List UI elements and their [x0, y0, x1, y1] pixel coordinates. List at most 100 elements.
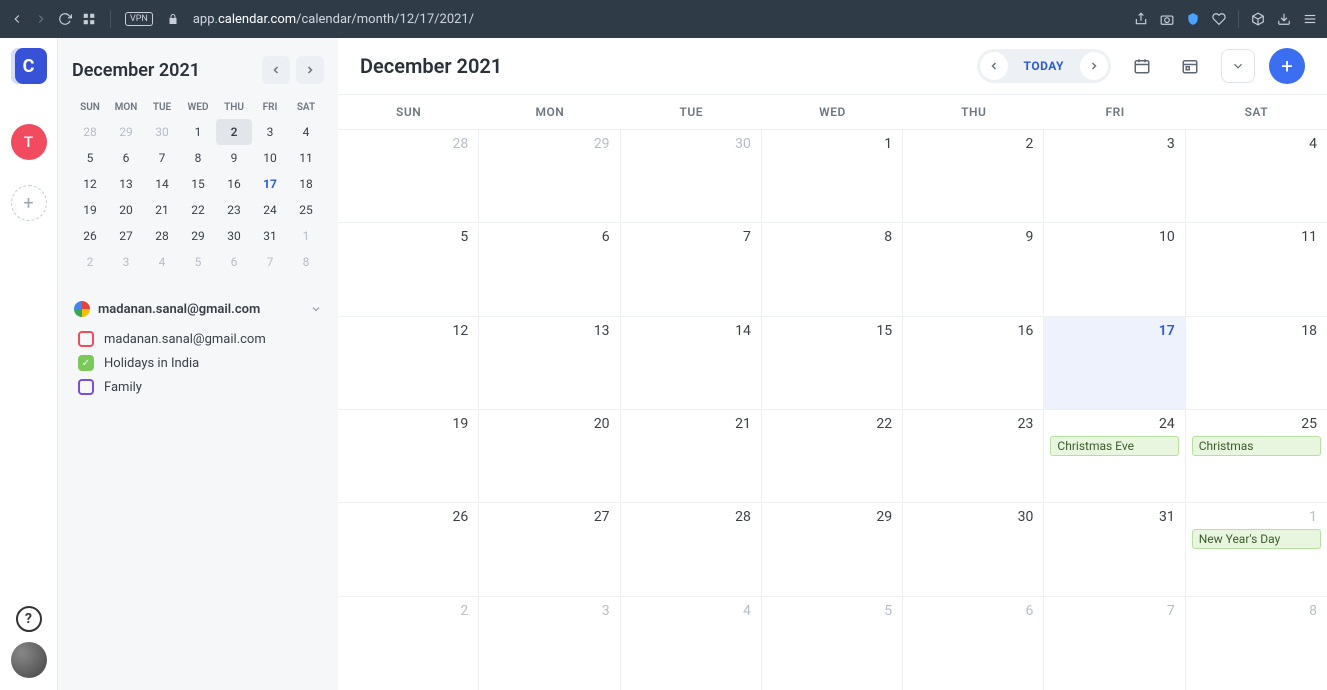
mini-cal-day[interactable]: 23 [216, 197, 252, 223]
calendar-cell[interactable]: 23 [903, 410, 1044, 502]
calendar-cell[interactable]: 6 [479, 223, 620, 315]
calendar-range-icon[interactable] [1173, 49, 1207, 83]
calendar-event[interactable]: Christmas [1192, 436, 1321, 456]
calendar-cell[interactable]: 1New Year's Day [1186, 503, 1327, 595]
mini-cal-day[interactable]: 17 [252, 171, 288, 197]
calendar-cell[interactable]: 26 [338, 503, 479, 595]
calendar-day-icon[interactable] [1125, 49, 1159, 83]
mini-cal-day[interactable]: 14 [144, 171, 180, 197]
calendar-cell[interactable]: 25Christmas [1186, 410, 1327, 502]
mini-cal-day[interactable]: 8 [288, 249, 324, 275]
browser-apps-icon[interactable] [82, 12, 96, 26]
calendar-cell[interactable]: 7 [621, 223, 762, 315]
calendar-cell[interactable]: 3 [1044, 130, 1185, 222]
mini-cal-day[interactable]: 28 [144, 223, 180, 249]
calendar-cell[interactable]: 15 [762, 317, 903, 409]
next-period-button[interactable] [1080, 52, 1108, 80]
mini-cal-day[interactable]: 24 [252, 197, 288, 223]
cube-icon[interactable] [1251, 12, 1265, 26]
calendar-toggle[interactable]: Family [78, 379, 324, 395]
user-avatar[interactable] [11, 642, 47, 678]
menu-icon[interactable] [1303, 12, 1317, 26]
mini-cal-day[interactable]: 25 [288, 197, 324, 223]
camera-icon[interactable] [1160, 12, 1174, 26]
mini-cal-day[interactable]: 13 [108, 171, 144, 197]
mini-cal-next-button[interactable] [296, 56, 324, 84]
mini-cal-day[interactable]: 21 [144, 197, 180, 223]
calendar-cell[interactable]: 22 [762, 410, 903, 502]
mini-cal-day[interactable]: 5 [72, 145, 108, 171]
calendar-cell[interactable]: 6 [903, 597, 1044, 690]
calendar-cell[interactable]: 10 [1044, 223, 1185, 315]
calendar-cell[interactable]: 18 [1186, 317, 1327, 409]
mini-cal-day[interactable]: 6 [216, 249, 252, 275]
mini-cal-day[interactable]: 7 [252, 249, 288, 275]
mini-cal-day[interactable]: 27 [108, 223, 144, 249]
mini-cal-day[interactable]: 2 [72, 249, 108, 275]
calendar-cell[interactable]: 28 [338, 130, 479, 222]
calendar-cell[interactable]: 11 [1186, 223, 1327, 315]
calendar-event[interactable]: Christmas Eve [1050, 436, 1178, 456]
calendar-cell[interactable]: 8 [762, 223, 903, 315]
heart-icon[interactable] [1212, 12, 1226, 26]
view-dropdown[interactable] [1221, 49, 1255, 83]
calendar-cell[interactable]: 1 [762, 130, 903, 222]
mini-cal-day[interactable]: 2 [216, 119, 252, 145]
mini-cal-day[interactable]: 15 [180, 171, 216, 197]
mini-cal-day[interactable]: 28 [72, 119, 108, 145]
calendar-cell[interactable]: 3 [479, 597, 620, 690]
download-icon[interactable] [1277, 12, 1291, 26]
calendar-cell[interactable]: 28 [621, 503, 762, 595]
account-header[interactable]: madanan.sanal@gmail.com [72, 297, 324, 321]
app-logo[interactable]: C [11, 48, 47, 84]
mini-cal-day[interactable]: 1 [288, 223, 324, 249]
mini-cal-day[interactable]: 29 [180, 223, 216, 249]
mini-cal-day[interactable]: 26 [72, 223, 108, 249]
mini-cal-day[interactable]: 20 [108, 197, 144, 223]
browser-forward-icon[interactable] [34, 12, 48, 26]
mini-cal-day[interactable]: 3 [108, 249, 144, 275]
mini-cal-day[interactable]: 1 [180, 119, 216, 145]
calendar-cell[interactable]: 4 [621, 597, 762, 690]
add-workspace-button[interactable]: + [11, 185, 47, 221]
calendar-toggle[interactable]: ✓Holidays in India [78, 355, 324, 371]
mini-cal-day[interactable]: 16 [216, 171, 252, 197]
mini-cal-day[interactable]: 29 [108, 119, 144, 145]
calendar-cell[interactable]: 4 [1186, 130, 1327, 222]
calendar-cell[interactable]: 2 [338, 597, 479, 690]
mini-cal-day[interactable]: 4 [288, 119, 324, 145]
calendar-cell[interactable]: 29 [762, 503, 903, 595]
browser-url[interactable]: app.calendar.com/calendar/month/12/17/20… [193, 12, 1120, 27]
calendar-cell[interactable]: 24Christmas Eve [1044, 410, 1185, 502]
calendar-cell[interactable]: 13 [479, 317, 620, 409]
calendar-cell[interactable]: 16 [903, 317, 1044, 409]
mini-cal-day[interactable]: 22 [180, 197, 216, 223]
add-event-button[interactable]: + [1269, 48, 1305, 84]
calendar-cell[interactable]: 29 [479, 130, 620, 222]
calendar-cell[interactable]: 20 [479, 410, 620, 502]
calendar-event[interactable]: New Year's Day [1192, 529, 1321, 549]
workspace-avatar[interactable]: T [11, 124, 47, 160]
calendar-cell[interactable]: 9 [903, 223, 1044, 315]
calendar-cell[interactable]: 7 [1044, 597, 1185, 690]
mini-cal-day[interactable]: 30 [144, 119, 180, 145]
help-icon[interactable]: ? [16, 606, 42, 632]
calendar-cell[interactable]: 14 [621, 317, 762, 409]
calendar-cell[interactable]: 12 [338, 317, 479, 409]
calendar-cell[interactable]: 5 [338, 223, 479, 315]
prev-period-button[interactable] [980, 52, 1008, 80]
calendar-cell[interactable]: 30 [903, 503, 1044, 595]
mini-cal-day[interactable]: 12 [72, 171, 108, 197]
mini-cal-day[interactable]: 3 [252, 119, 288, 145]
calendar-cell[interactable]: 2 [903, 130, 1044, 222]
browser-back-icon[interactable] [10, 12, 24, 26]
calendar-cell[interactable]: 30 [621, 130, 762, 222]
browser-reload-icon[interactable] [58, 12, 72, 26]
mini-cal-day[interactable]: 18 [288, 171, 324, 197]
mini-cal-day[interactable]: 9 [216, 145, 252, 171]
mini-cal-prev-button[interactable] [262, 56, 290, 84]
today-button[interactable]: TODAY [1010, 59, 1078, 73]
mini-cal-day[interactable]: 11 [288, 145, 324, 171]
mini-cal-day[interactable]: 30 [216, 223, 252, 249]
mini-cal-day[interactable]: 19 [72, 197, 108, 223]
